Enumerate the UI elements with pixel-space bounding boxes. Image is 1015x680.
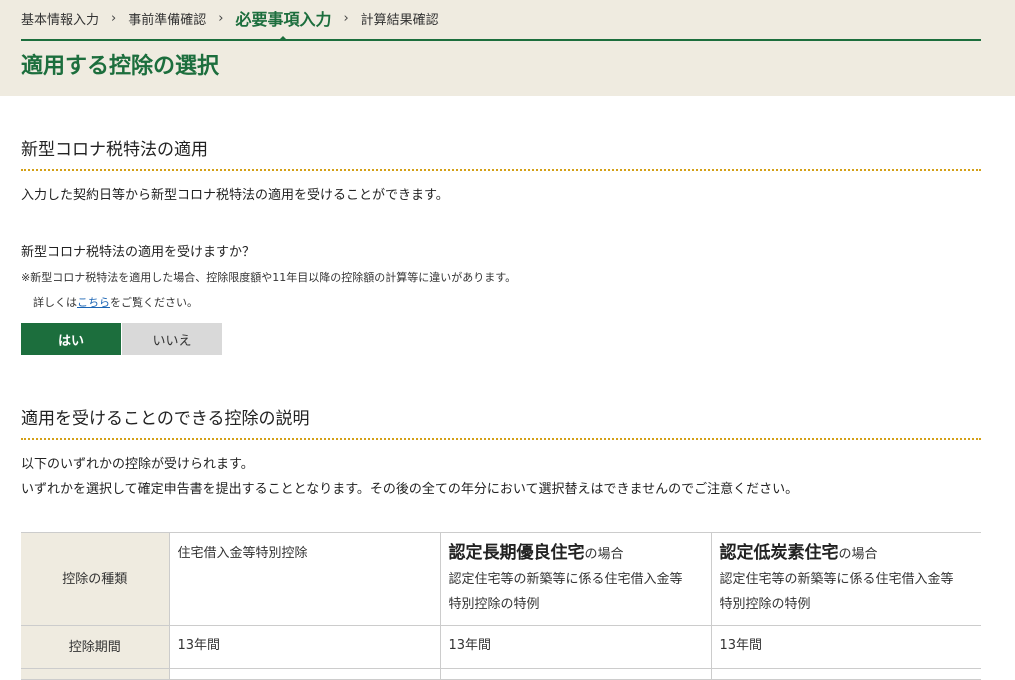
header-divider: [21, 39, 981, 41]
table-cell: [169, 668, 441, 680]
corona-note: ※新型コロナ税特法を適用した場合、控除限度額や11年目以降の控除額の計算等に違い…: [21, 271, 517, 284]
row-header-period: 控除期間: [21, 625, 170, 669]
corona-detail-text: 詳しくはこちらをご覧ください。: [33, 295, 198, 311]
cell-type-standard: 住宅借入金等特別控除: [169, 532, 441, 626]
page-title: 適用する控除の選択: [21, 54, 220, 79]
page-header: 基本情報入力 › 事前準備確認 › 必要事項入力 › 計算結果確認 適用する控除…: [0, 0, 1015, 96]
cell-suffix: の場合: [838, 547, 878, 562]
row-header-next: [21, 668, 170, 680]
cell-line: 特別控除の特例: [719, 597, 811, 612]
chevron-right-icon: ›: [218, 10, 224, 26]
cell-line: 認定住宅等の新築等に係る住宅借入金等: [448, 572, 683, 587]
breadcrumb: 基本情報入力 › 事前準備確認 › 必要事項入力 › 計算結果確認: [21, 6, 439, 41]
cell-suffix: の場合: [584, 547, 624, 562]
cell-strong-label: 認定長期優良住宅: [448, 543, 585, 563]
table-row-next: [21, 668, 981, 680]
detail-suffix: をご覧ください。: [110, 296, 198, 309]
cell-period-low-carbon: 13年間: [711, 625, 981, 669]
explanation-line-1: 以下のいずれかの控除が受けられます。: [21, 457, 254, 472]
cell-line: 特別控除の特例: [448, 597, 540, 612]
table-row-type: 控除の種類 住宅借入金等特別控除 認定長期優良住宅の場合 認定住宅等の新築等に係…: [21, 532, 981, 626]
detail-link[interactable]: こちら: [77, 296, 110, 309]
deduction-comparison-table: 控除の種類 住宅借入金等特別控除 認定長期優良住宅の場合 認定住宅等の新築等に係…: [21, 532, 981, 680]
cell-type-low-carbon: 認定低炭素住宅の場合 認定住宅等の新築等に係る住宅借入金等 特別控除の特例: [711, 532, 981, 626]
breadcrumb-step-basic-info: 基本情報入力: [21, 12, 100, 28]
breadcrumb-step-result: 計算結果確認: [360, 12, 439, 28]
chevron-right-icon: ›: [343, 10, 349, 26]
table-cell: [440, 668, 712, 680]
cell-period-standard: 13年間: [169, 625, 441, 669]
table-cell: [711, 668, 981, 680]
cell-line: 認定住宅等の新築等に係る住宅借入金等: [719, 572, 954, 587]
yes-button[interactable]: はい: [21, 323, 121, 355]
corona-description: 入力した契約日等から新型コロナ税特法の適用を受けることができます。: [21, 188, 449, 203]
table-row-period: 控除期間 13年間 13年間 13年間: [21, 625, 981, 669]
explanation-line-2: いずれかを選択して確定申告書を提出することとなります。その後の全ての年分において…: [21, 482, 799, 497]
cell-strong-label: 認定低炭素住宅: [719, 543, 839, 563]
section-title-explanation: 適用を受けることのできる控除の説明: [21, 408, 981, 440]
corona-question: 新型コロナ税特法の適用を受けますか？: [21, 245, 256, 260]
row-header-type: 控除の種類: [21, 532, 170, 626]
cell-line: 住宅借入金等特別控除: [177, 546, 308, 561]
detail-prefix: 詳しくは: [33, 296, 77, 309]
cell-type-long-term: 認定長期優良住宅の場合 認定住宅等の新築等に係る住宅借入金等 特別控除の特例: [440, 532, 712, 626]
cell-period-long-term: 13年間: [440, 625, 712, 669]
breadcrumb-step-required-input: 必要事項入力: [235, 6, 331, 41]
no-button[interactable]: いいえ: [122, 323, 222, 355]
breadcrumb-step-preparation: 事前準備確認: [128, 12, 207, 28]
section-title-corona: 新型コロナ税特法の適用: [21, 139, 981, 171]
chevron-right-icon: ›: [111, 10, 117, 26]
